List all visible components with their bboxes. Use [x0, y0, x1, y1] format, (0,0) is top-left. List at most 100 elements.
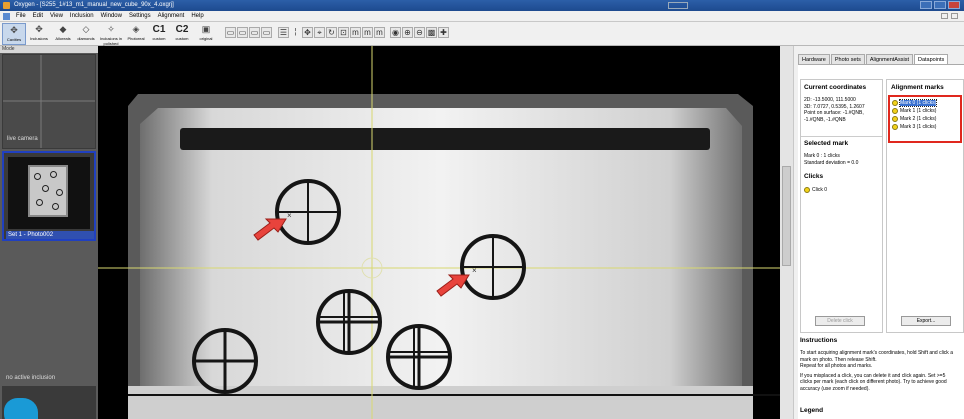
menu-alignment[interactable]: Alignment	[158, 13, 185, 19]
mark-circle	[34, 173, 41, 180]
zoom-in-icon[interactable]: ⊕	[402, 27, 413, 38]
photo-thumbnail[interactable]: Set 1 - Photo002	[2, 151, 96, 241]
menu-edit[interactable]: Edit	[33, 13, 43, 19]
inclusions-icon: ✥	[35, 24, 43, 34]
tab-hardware[interactable]: Hardware	[798, 54, 830, 64]
view-mode-3-icon[interactable]: ▭	[249, 27, 260, 38]
current-coordinates-title: Current coordinates	[804, 84, 867, 91]
image-icon[interactable]: ▩	[426, 27, 437, 38]
mdi-minimize-button[interactable]	[941, 13, 948, 19]
mode-bar: Mode	[0, 46, 98, 53]
add-icon[interactable]: ✚	[438, 27, 449, 38]
live-camera-thumbnail[interactable]: live camera	[2, 54, 96, 149]
menu-file[interactable]: File	[16, 13, 26, 19]
photoreal-icon: ◈	[132, 24, 140, 34]
view-mode-1-icon[interactable]: ▭	[225, 27, 236, 38]
view-mode-2-icon[interactable]: ▭	[237, 27, 248, 38]
mark-m1-icon[interactable]: m	[350, 27, 361, 38]
toolbar: ✥ Cavities ✥ Inclusions ◆ Alloreals ◇ di…	[0, 22, 964, 46]
c1-icon: C1	[152, 24, 166, 35]
cavities-button[interactable]: ✥ Cavities	[2, 23, 26, 45]
click-item[interactable]: Click 0	[804, 186, 827, 194]
viewer-scrollbar[interactable]	[780, 46, 794, 419]
photoreal-button[interactable]: ◈ Photoreal	[125, 23, 147, 45]
mark-m3-icon[interactable]: m	[374, 27, 385, 38]
fit-icon[interactable]: ⊡	[338, 27, 349, 38]
left-panel: Mode live camera Set 1 - Photo002 no act…	[0, 46, 98, 419]
instruction-line: clicks per mark (each click on different…	[800, 379, 947, 385]
close-button[interactable]	[948, 1, 960, 9]
cavities-icon: ✥	[10, 25, 18, 35]
inclusions-polished-button[interactable]: ✧ Inclusions in polished	[98, 23, 124, 46]
model-thumbnail[interactable]	[2, 386, 96, 419]
c2-icon: C2	[175, 24, 189, 35]
inclusions-button[interactable]: ✥ Inclusions	[27, 23, 51, 45]
mark-circle	[36, 199, 43, 206]
photo-canvas[interactable]: × ×	[98, 46, 780, 419]
legend-title: Legend	[800, 407, 824, 414]
inclusion-thumbnail[interactable]: no active inclusion	[2, 244, 96, 384]
alignment-mark-3[interactable]	[316, 289, 382, 355]
save-icon: ▣	[201, 24, 211, 34]
menu-settings[interactable]: Settings	[129, 13, 151, 19]
photoreal-label: Photoreal	[127, 36, 145, 41]
tab-photo-sets[interactable]: Photo sets	[830, 54, 865, 64]
instruction-line: accuracy (use zoom if needed).	[800, 385, 870, 392]
mark-circle	[50, 171, 57, 178]
mark-circle	[52, 203, 59, 210]
cavities-label: Cavities	[6, 37, 22, 42]
rotate-icon[interactable]: ↻	[326, 27, 337, 38]
move-icon[interactable]: ✥	[302, 27, 313, 38]
menu-window[interactable]: Window	[101, 13, 122, 19]
list-icon[interactable]: ☰	[278, 27, 289, 38]
live-camera-label: live camera	[7, 136, 38, 142]
alloreals-button[interactable]: ◆ Alloreals	[52, 23, 74, 45]
tab-alignment-assist[interactable]: AlignmentAssist	[865, 54, 913, 64]
clicks-title: Clicks	[804, 173, 824, 180]
c1-button[interactable]: C1 custom	[148, 23, 170, 45]
crosshair-icon[interactable]: ⌖	[314, 27, 325, 38]
cube-preview	[28, 165, 68, 217]
view-mode-4-icon[interactable]: ▭	[261, 27, 272, 38]
mdi-close-button[interactable]	[951, 13, 958, 19]
menu-view[interactable]: View	[50, 13, 63, 19]
camera-grid-lines	[3, 55, 95, 148]
maximize-button[interactable]	[934, 1, 946, 9]
alloreals-label: Alloreals	[55, 36, 71, 41]
click-label: Click 0	[812, 187, 828, 193]
no-inclusion-label: no active inclusion	[6, 375, 56, 381]
datapoints-content: Current coordinates 2D: -13.5000, 111.50…	[798, 64, 964, 419]
original-button[interactable]: ▣ original	[195, 23, 217, 45]
export-button[interactable]: Export...	[901, 316, 951, 326]
polished-icon: ✧	[107, 24, 115, 34]
original-label: original	[199, 36, 213, 41]
app-icon	[3, 2, 10, 9]
alignment-mark-5[interactable]	[192, 328, 258, 394]
delete-click-button[interactable]: Delete click	[815, 316, 865, 326]
click-marker-x: ×	[472, 266, 477, 275]
app-menu-icon[interactable]	[3, 12, 10, 20]
diamond-icon: ◇	[82, 24, 90, 34]
right-panel: Hardware Photo sets AlignmentAssist Data…	[780, 46, 964, 419]
photo-preview	[8, 157, 90, 229]
coordinates-box: Current coordinates 2D: -13.5000, 111.50…	[800, 79, 883, 333]
scrollbar-thumb[interactable]	[782, 166, 791, 266]
highlight-box	[888, 95, 962, 143]
diamonds-button[interactable]: ◇ diamonds	[75, 23, 97, 45]
panel-tabs: Hardware Photo sets AlignmentAssist Data…	[798, 54, 949, 65]
photo-label: Set 1 - Photo002	[6, 231, 94, 239]
c2-label: custom	[175, 36, 189, 41]
photo-viewer[interactable]: × ×	[98, 46, 780, 419]
menu-inclusion[interactable]: Inclusion	[70, 13, 94, 19]
c2-button[interactable]: C2 custom	[171, 23, 193, 45]
eye-icon[interactable]: ◉	[390, 27, 401, 38]
zoom-out-icon[interactable]: ⊖	[414, 27, 425, 38]
restore-icon[interactable]	[668, 2, 688, 9]
cube-photo	[98, 46, 780, 419]
instructions-text: To start acquiring alignment mark's coor…	[800, 350, 964, 392]
mark-m2-icon[interactable]: m	[362, 27, 373, 38]
alignment-mark-4[interactable]	[386, 324, 452, 390]
minimize-button[interactable]	[920, 1, 932, 9]
click-dot-icon	[804, 186, 810, 193]
menu-help[interactable]: Help	[191, 13, 203, 19]
